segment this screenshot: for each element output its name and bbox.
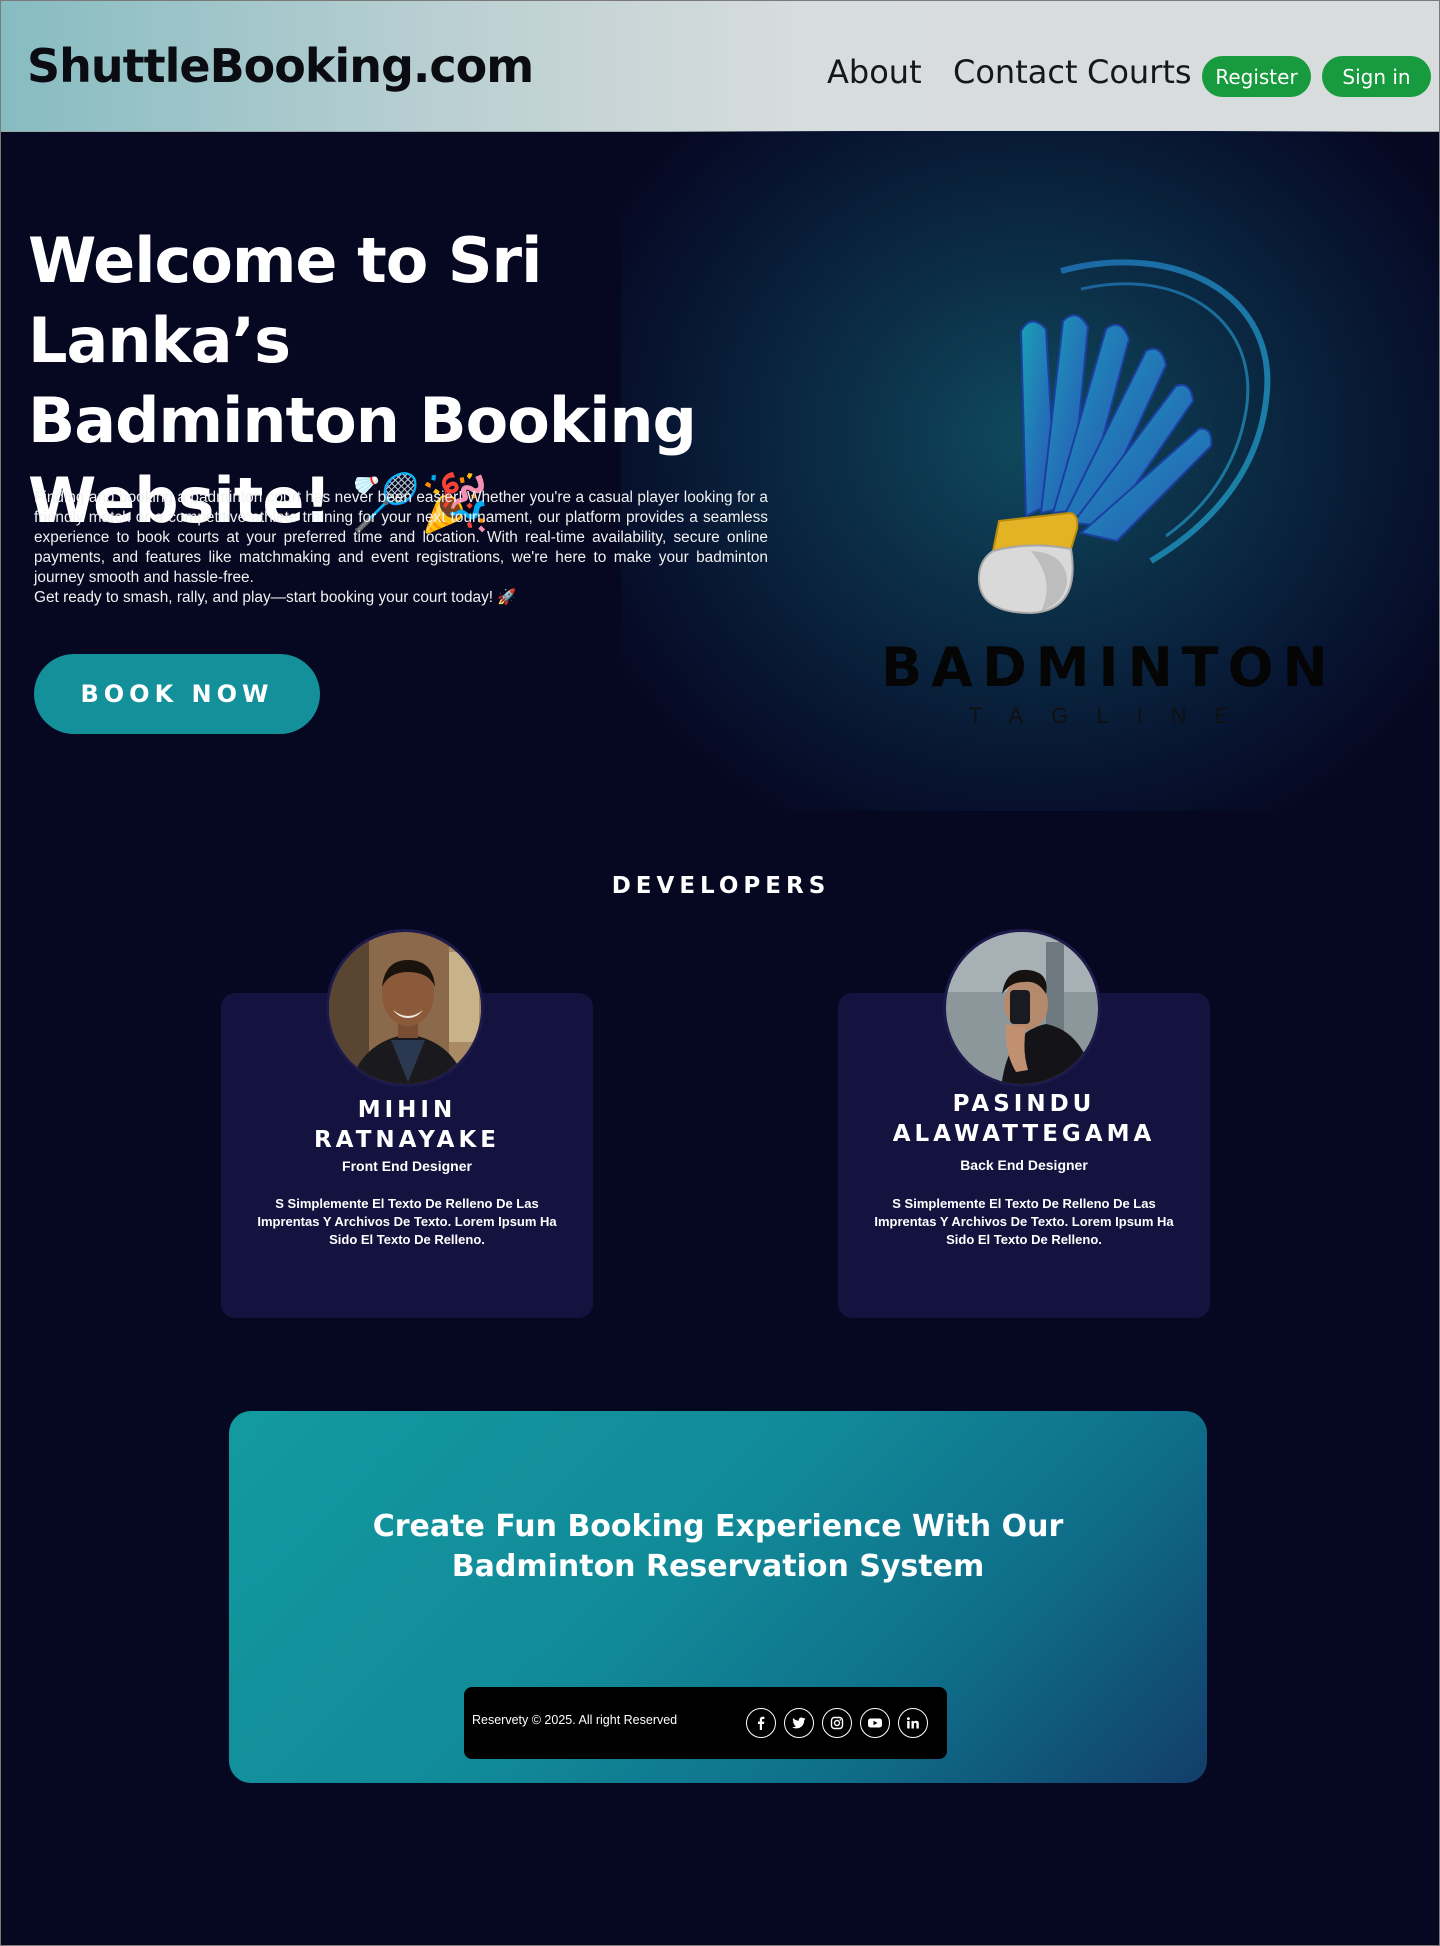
cta-title: Create Fun Booking Experience With Our B… (229, 1507, 1207, 1587)
developer-name-line2: ALAWATTEGAMA (892, 1121, 1156, 1147)
hero-paragraph: Finding and booking a badminton court ha… (34, 489, 768, 586)
cta-title-line2: Badminton Reservation System (451, 1549, 985, 1584)
developer-name-line1: MIHIN (357, 1097, 457, 1123)
register-button[interactable]: Register (1202, 56, 1311, 97)
avatar (943, 929, 1101, 1087)
nav-contact[interactable]: Contact (953, 53, 1078, 91)
shuttlecock-icon (977, 259, 1271, 615)
nav-courts[interactable]: Courts (1087, 53, 1192, 91)
hero-title-line2: Badminton Booking (28, 384, 697, 457)
hero-description: Finding and booking a badminton court ha… (34, 488, 768, 608)
developer-description: S Simplemente El Texto De Relleno De Las… (257, 1196, 557, 1247)
developer-role: Back End Designer (960, 1157, 1088, 1173)
hero-paragraph-cta: Get ready to smash, rally, and play—star… (34, 589, 517, 606)
youtube-icon[interactable] (860, 1708, 890, 1738)
cta-title-line1: Create Fun Booking Experience With Our (372, 1509, 1064, 1544)
site-header: ShuttleBooking.com About Contact Courts … (1, 1, 1439, 132)
developer-name: MIHIN RATNAYAKE (221, 1095, 593, 1155)
avatar (326, 929, 484, 1087)
cta-section: Create Fun Booking Experience With Our B… (229, 1411, 1207, 1783)
facebook-icon[interactable] (746, 1708, 776, 1738)
developer-name-line2: RATNAYAKE (313, 1127, 501, 1153)
developer-name-line1: PASINDU (952, 1091, 1096, 1117)
nav-about[interactable]: About (827, 53, 922, 91)
developers-heading: DEVELOPERS (611, 873, 831, 899)
brand-logo[interactable]: ShuttleBooking.com (27, 39, 534, 93)
developer-description: S Simplemente El Texto De Relleno De Las… (874, 1196, 1174, 1247)
developer-card: PASINDU ALAWATTEGAMA Back End Designer S… (838, 929, 1210, 1318)
developer-role: Front End Designer (342, 1158, 472, 1174)
page: ShuttleBooking.com About Contact Courts … (0, 0, 1440, 1946)
instagram-icon[interactable] (822, 1708, 852, 1738)
linkedin-icon[interactable] (898, 1708, 928, 1738)
logo-wordmark: BADMINTON (881, 636, 1337, 699)
developer-card: MIHIN RATNAYAKE Front End Designer S Sim… (221, 929, 593, 1318)
hero-title-line1: Welcome to Sri Lanka’s (28, 224, 542, 377)
developer-name: PASINDU ALAWATTEGAMA (838, 1089, 1210, 1149)
footer-bar: Reservety © 2025. All right Reserved (464, 1687, 947, 1759)
twitter-icon[interactable] (784, 1708, 814, 1738)
book-now-button[interactable]: BOOK NOW (34, 654, 320, 734)
copyright-text: Reservety © 2025. All right Reserved (472, 1713, 678, 1727)
logo-tagline: TAGLINE (968, 703, 1258, 728)
signin-button[interactable]: Sign in (1322, 56, 1431, 97)
